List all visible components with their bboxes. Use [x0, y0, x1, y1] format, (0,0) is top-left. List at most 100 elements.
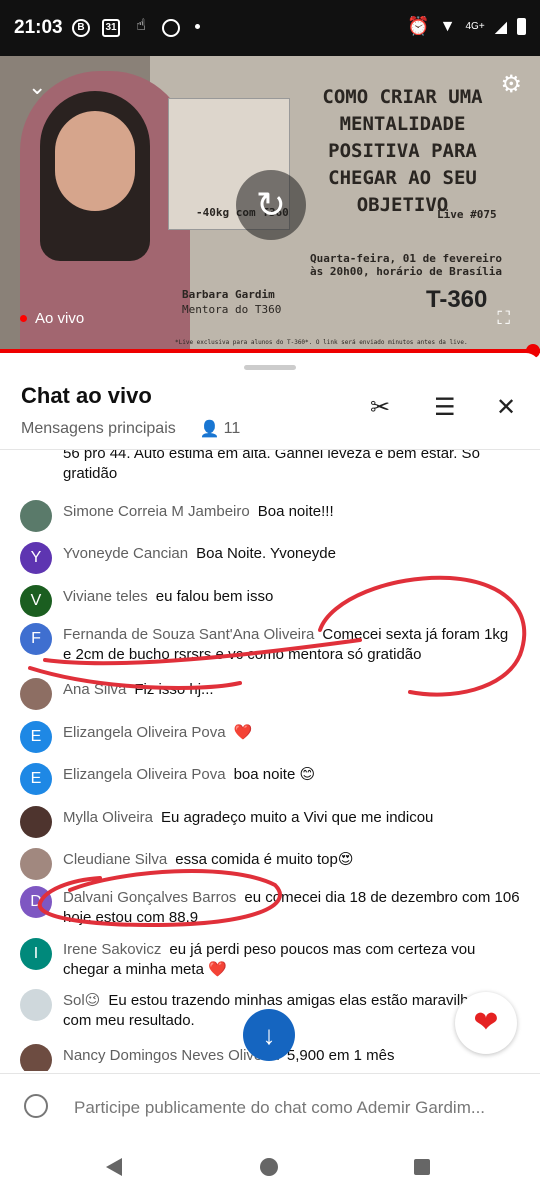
android-nav-bar: [0, 1140, 540, 1200]
calendar-icon: 31: [102, 19, 120, 37]
chat-message: I Irene Sakovicz eu já perdi peso poucos …: [20, 938, 520, 980]
live-label: Ao vivo: [35, 310, 85, 327]
date-line-1: Quarta-feira, 01 de fevereiro: [310, 252, 503, 265]
live-indicator: Ao vivo: [20, 310, 84, 327]
chat-message: Mylla Oliveira Eu agradeço muito a Vivi q…: [20, 806, 520, 838]
viewer-count-value: 11: [223, 420, 241, 437]
emoji-icon[interactable]: [24, 1094, 48, 1118]
message-text: ❤️: [233, 724, 253, 741]
drag-handle[interactable]: [244, 365, 296, 370]
author-name[interactable]: Dalvani Gonçalves Barros: [63, 889, 236, 906]
status-bar: 21:03 B 31 ☝ ⏰ ▼ 4G+ ◢: [0, 0, 540, 56]
message-text: eu falou bem isso: [155, 588, 274, 605]
avatar[interactable]: D: [20, 886, 52, 918]
scroll-down-button[interactable]: ↓: [243, 1009, 295, 1061]
chat-message: F Fernanda de Souza Sant'Ana Oliveira Com…: [20, 623, 520, 665]
chat-message: Y Yvoneyde Cancian Boa Noite. Yvoneyde: [20, 542, 520, 574]
gear-icon[interactable]: ⚙: [500, 70, 522, 99]
close-icon[interactable]: ✕: [496, 393, 516, 422]
avatar[interactable]: [20, 678, 52, 710]
message-text: 56 pro 44. Auto estima em alta. Ganhei l…: [63, 449, 480, 482]
network-type: 4G+: [465, 21, 485, 32]
author-name[interactable]: Fernanda de Souza Sant'Ana Oliveira: [63, 626, 314, 643]
whatsapp-icon: [162, 19, 180, 37]
slide-title: COMO CRIAR UMA MENTALIDADE POSITIVA PARA…: [322, 86, 483, 216]
minimize-chevron-icon[interactable]: ⌄: [28, 74, 46, 100]
clock: 21:03: [14, 17, 63, 38]
chat-input-placeholder[interactable]: Participe publicamente do chat como Adem…: [74, 1098, 485, 1118]
avatar[interactable]: E: [20, 721, 52, 753]
author-name[interactable]: Irene Sakovicz: [63, 941, 161, 958]
fullscreen-icon[interactable]: ⛶: [497, 308, 510, 329]
live-dot: [20, 315, 27, 322]
replay-icon: ↻: [255, 184, 287, 225]
chat-composer[interactable]: Participe publicamente do chat como Adem…: [0, 1073, 540, 1142]
hand-icon: ☝: [136, 17, 146, 34]
message-text: 5,900 em 1 mês: [286, 1047, 395, 1064]
presenter-face: [55, 111, 135, 211]
avatar[interactable]: [20, 806, 52, 838]
chat-message: E Elizangela Oliveira Pova boa noite 😊: [20, 763, 520, 795]
message-text: Eu agradeço muito a Vivi que me indicou: [161, 809, 434, 826]
presenter-role: Mentora do T360: [182, 303, 282, 316]
chat-message: 56 pro 44. Auto estima em alta. Ganhei l…: [20, 449, 520, 484]
author-name[interactable]: Sol😉: [63, 992, 100, 1009]
wifi-icon: ▼: [439, 17, 456, 35]
notification-dot: [195, 24, 200, 29]
scissors-icon[interactable]: ✂: [370, 393, 390, 422]
chat-message: E Elizangela Oliveira Pova ❤️: [20, 721, 520, 753]
filter-icon[interactable]: ☰: [434, 393, 456, 422]
reaction-button[interactable]: ❤: [455, 992, 517, 1054]
filter-label[interactable]: Mensagens principais: [21, 420, 176, 438]
message-text: Boa noite!!!: [257, 503, 334, 520]
avatar[interactable]: [20, 500, 52, 532]
t360-logo: T-360: [426, 286, 488, 313]
author-name[interactable]: Elizangela Oliveira Pova: [63, 724, 226, 741]
person-icon: 👤: [199, 421, 220, 438]
battery-icon: [517, 18, 526, 35]
message-text: essa comida é muito top😍: [175, 851, 354, 868]
footer-note: *Live exclusiva para alunos do T-360*. O…: [175, 339, 468, 346]
chat-message: Cleudiane Silva essa comida é muito top😍: [20, 848, 520, 880]
message-text: boa noite 😊: [233, 766, 316, 783]
author-name[interactable]: Viviane teles: [63, 588, 148, 605]
viewer-count: 👤 11: [200, 419, 241, 439]
author-name[interactable]: Simone Correia M Jambeiro: [63, 503, 250, 520]
heart-icon: ❤: [473, 1006, 499, 1039]
author-name[interactable]: Mylla Oliveira: [63, 809, 153, 826]
live-number: Live #075: [437, 208, 497, 221]
video-player[interactable]: -40kg com T360 COMO CRIAR UMA MENTALIDAD…: [0, 56, 540, 352]
author-name[interactable]: Ana Silva: [63, 681, 126, 698]
message-text: Fiz isso hj...: [134, 681, 214, 698]
message-text: Boa Noite. Yvoneyde: [196, 545, 336, 562]
message-list[interactable]: 56 pro 44. Auto estima em alta. Ganhei l…: [0, 449, 540, 1071]
avatar[interactable]: E: [20, 763, 52, 795]
chat-message: V Viviane teles eu falou bem isso: [20, 585, 520, 617]
date-line-2: às 20h00, horário de Brasília: [310, 265, 503, 278]
avatar[interactable]: [20, 848, 52, 880]
avatar[interactable]: F: [20, 623, 52, 655]
recents-icon[interactable]: [414, 1159, 430, 1175]
avatar[interactable]: V: [20, 585, 52, 617]
b-icon: B: [72, 19, 90, 37]
signal-icon: ◢: [494, 18, 507, 36]
author-name[interactable]: Elizangela Oliveira Pova: [63, 766, 226, 783]
chat-filter[interactable]: Mensagens principais 👤 11: [21, 419, 240, 439]
chat-title: Chat ao vivo: [21, 383, 152, 408]
avatar[interactable]: [20, 1044, 52, 1071]
avatar[interactable]: [20, 989, 52, 1021]
replay-button[interactable]: ↻: [236, 170, 306, 240]
author-name[interactable]: Cleudiane Silva: [63, 851, 167, 868]
arrow-down-icon: ↓: [262, 1020, 276, 1050]
alarm-icon: ⏰: [407, 16, 430, 36]
avatar[interactable]: Y: [20, 542, 52, 574]
avatar[interactable]: I: [20, 938, 52, 970]
back-icon[interactable]: [106, 1158, 122, 1176]
home-icon[interactable]: [260, 1158, 278, 1176]
author-name[interactable]: Yvoneyde Cancian: [63, 545, 188, 562]
chat-message: Ana Silva Fiz isso hj...: [20, 678, 520, 710]
chat-message: D Dalvani Gonçalves Barros eu comecei dia…: [20, 886, 520, 928]
chat-panel: Chat ao vivo Mensagens principais 👤 11 ✂…: [0, 353, 540, 1200]
presenter-name: Barbara Gardim: [182, 288, 275, 301]
chat-message: Simone Correia M Jambeiro Boa noite!!!: [20, 500, 520, 532]
